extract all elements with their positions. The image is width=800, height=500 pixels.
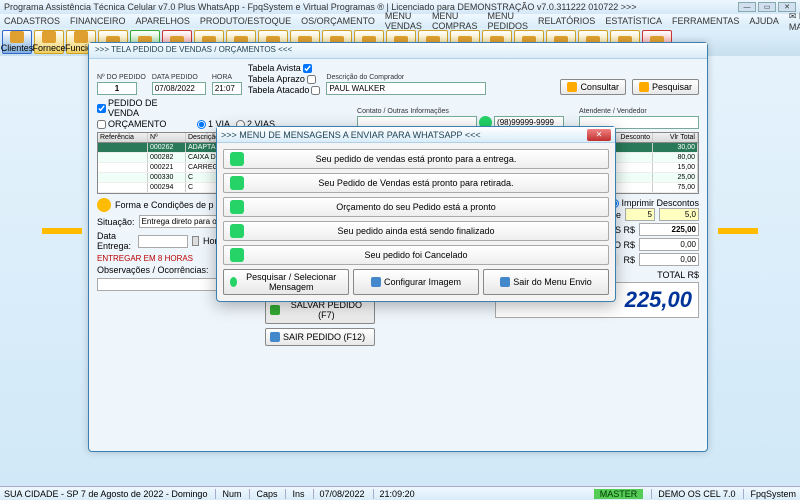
data-entrega-input[interactable] bbox=[138, 235, 188, 248]
msg-option-0[interactable]: Seu pedido de vendas está pronto para a … bbox=[223, 149, 609, 169]
menu-cadastros[interactable]: CADASTROS bbox=[4, 16, 60, 26]
deco-bar-right bbox=[718, 228, 758, 234]
via1-radio[interactable] bbox=[197, 120, 206, 129]
exit-icon bbox=[270, 332, 280, 342]
save-icon bbox=[270, 305, 280, 315]
sair-button[interactable]: SAIR PEDIDO (F12) bbox=[265, 328, 375, 346]
status-date-text: SUA CIDADE - SP 7 de Agosto de 2022 - Do… bbox=[4, 489, 207, 499]
search-icon bbox=[639, 82, 649, 92]
search-icon bbox=[567, 82, 577, 92]
menu-ajuda[interactable]: AJUDA bbox=[749, 16, 779, 26]
statusbar: SUA CIDADE - SP 7 de Agosto de 2022 - Do… bbox=[0, 486, 800, 500]
hora-input[interactable] bbox=[212, 82, 242, 95]
whatsapp-icon bbox=[230, 224, 244, 238]
whatsapp-icon bbox=[230, 200, 244, 214]
qty-n-input[interactable] bbox=[625, 208, 655, 221]
msg-option-4[interactable]: Seu pedido foi Cancelado bbox=[223, 245, 609, 265]
menu-pedidos[interactable]: MENU PEDIDOS bbox=[487, 11, 528, 31]
deco-bar-left bbox=[42, 228, 82, 234]
frete-input[interactable] bbox=[639, 253, 699, 266]
gear-icon bbox=[371, 277, 381, 287]
orcamento-check[interactable] bbox=[97, 120, 106, 129]
tabela-aprazo-check[interactable] bbox=[307, 75, 316, 84]
whatsapp-modal: >>> MENU DE MENSAGENS A ENVIAR PARA WHAT… bbox=[216, 126, 616, 302]
qty-v-input[interactable] bbox=[659, 208, 699, 221]
forma-pgto-icon bbox=[97, 198, 111, 212]
tabela-atacado-check[interactable] bbox=[311, 86, 320, 95]
pedido-venda-check[interactable] bbox=[97, 104, 106, 113]
calendar-icon[interactable] bbox=[192, 236, 199, 246]
menu-estatistica[interactable]: ESTATÍSTICA bbox=[605, 16, 662, 26]
menu-aparelhos[interactable]: APARELHOS bbox=[136, 16, 190, 26]
whatsapp-icon bbox=[230, 277, 237, 287]
main-menubar: CADASTROS FINANCEIRO APARELHOS PRODUTO/E… bbox=[0, 14, 800, 28]
modal-close-icon[interactable]: ✕ bbox=[587, 129, 611, 141]
menu-os[interactable]: OS/ORÇAMENTO bbox=[301, 16, 375, 26]
menu-email[interactable]: ✉ E-MAIL bbox=[789, 11, 800, 32]
whatsapp-icon bbox=[230, 176, 244, 190]
comprador-input[interactable] bbox=[326, 82, 486, 95]
menu-vendas[interactable]: MENU VENDAS bbox=[385, 11, 422, 31]
desc-input[interactable] bbox=[639, 238, 699, 251]
msg-option-1[interactable]: Seu Pedido de Vendas está pronto para re… bbox=[223, 173, 609, 193]
menu-relatorios[interactable]: RELATÓRIOS bbox=[538, 16, 595, 26]
status-master: MASTER bbox=[594, 489, 644, 499]
tb-fornece[interactable]: Fornece bbox=[34, 30, 64, 54]
menu-financeiro[interactable]: FINANCEIRO bbox=[70, 16, 126, 26]
pesquisar-msg-button[interactable]: Pesquisar / Selecionar Mensagem bbox=[223, 269, 349, 295]
itens-input bbox=[639, 223, 699, 236]
menu-produto[interactable]: PRODUTO/ESTOQUE bbox=[200, 16, 291, 26]
tb-clientes[interactable]: Clientes bbox=[2, 30, 32, 54]
sair-menu-button[interactable]: Sair do Menu Envio bbox=[483, 269, 609, 295]
whatsapp-icon bbox=[230, 248, 244, 262]
msg-option-2[interactable]: Orçamento do seu Pedido está a pronto bbox=[223, 197, 609, 217]
title-text: Programa Assistência Técnica Celular v7.… bbox=[4, 2, 637, 12]
menu-ferramentas[interactable]: FERRAMENTAS bbox=[672, 16, 739, 26]
minimize-icon[interactable]: — bbox=[738, 2, 756, 12]
configurar-img-button[interactable]: Configurar Imagem bbox=[353, 269, 479, 295]
data-pedido-input[interactable] bbox=[152, 82, 206, 95]
maximize-icon[interactable]: ▭ bbox=[758, 2, 776, 12]
pesquisar-button[interactable]: Pesquisar bbox=[632, 79, 699, 95]
menu-compras[interactable]: MENU COMPRAS bbox=[432, 11, 478, 31]
exit-icon bbox=[500, 277, 510, 287]
whatsapp-icon bbox=[230, 152, 244, 166]
num-pedido-input[interactable] bbox=[97, 82, 137, 95]
modal-title-text: >>> MENU DE MENSAGENS A ENVIAR PARA WHAT… bbox=[221, 130, 481, 140]
consultar-button[interactable]: Consultar bbox=[560, 79, 626, 95]
pedido-title: >>> TELA PEDIDO DE VENDAS / ORÇAMENTOS <… bbox=[89, 43, 707, 59]
tabela-avista-check[interactable] bbox=[303, 64, 312, 73]
msg-option-3[interactable]: Seu pedido ainda está sendo finalizado bbox=[223, 221, 609, 241]
